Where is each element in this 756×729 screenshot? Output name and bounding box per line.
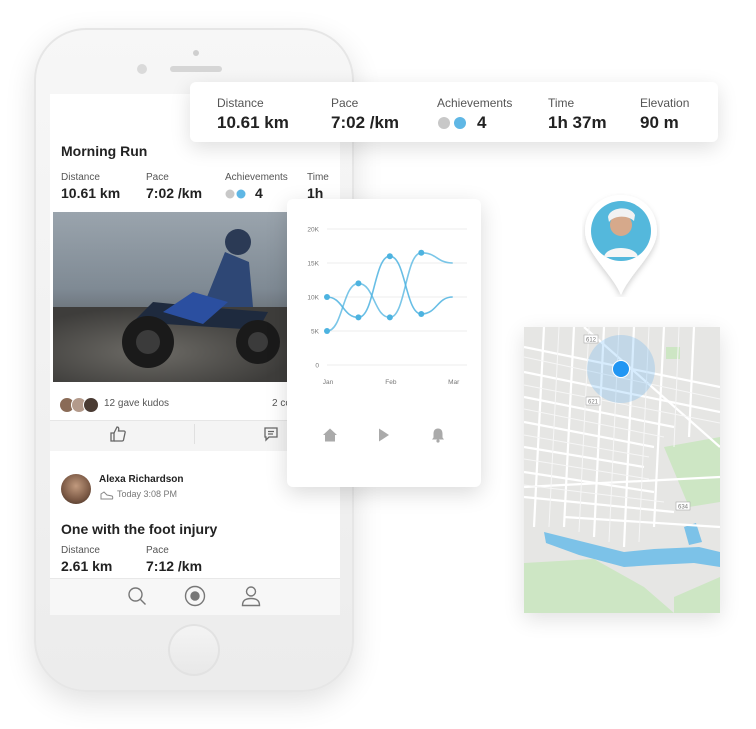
data-point[interactable] (324, 294, 330, 300)
action-divider (194, 424, 195, 444)
shoe-icon (100, 488, 114, 500)
data-point[interactable] (355, 280, 362, 287)
profile-icon[interactable] (241, 585, 261, 607)
activity-time-label: Time (307, 172, 329, 183)
y-tick-label: 0 (315, 363, 319, 370)
data-point[interactable] (418, 249, 425, 256)
activity-achievements-value: 4 (255, 185, 263, 201)
post-title[interactable]: One with the foot injury (61, 521, 217, 537)
activity-pace-value: 7:02 /km (146, 185, 203, 201)
y-tick-label: 5K (311, 329, 320, 336)
post-distance-label: Distance (61, 545, 100, 556)
search-icon[interactable] (127, 586, 147, 606)
data-point[interactable] (386, 314, 393, 321)
post-distance-value: 2.61 km (61, 558, 113, 574)
stats-pace-label: Pace (331, 96, 359, 110)
data-point[interactable] (418, 311, 425, 317)
activity-distance-label: Distance (61, 172, 100, 183)
activity-distance-value: 10.61 km (61, 185, 121, 201)
phone-home-button[interactable] (168, 624, 220, 676)
stats-pace-value: 7:02 /km (331, 113, 400, 132)
athlete-location-pin[interactable] (582, 193, 660, 297)
comment-icon[interactable] (263, 426, 279, 442)
x-tick-label: Feb (385, 379, 397, 386)
line-chart: 20K 15K 10K 5K 0 Jan Feb Mar (307, 227, 467, 386)
activity-photo[interactable] (53, 212, 293, 382)
series-line (326, 255, 453, 319)
phone-sensor (193, 50, 199, 56)
play-icon[interactable] (377, 427, 391, 443)
route-map[interactable]: 612 621 634 (524, 327, 720, 613)
stats-elevation-label: Elevation (640, 96, 690, 110)
kudos-avatar[interactable] (83, 397, 99, 413)
road-label: 612 (586, 338, 597, 344)
phone-camera (137, 64, 147, 74)
x-tick-label: Mar (448, 379, 460, 386)
record-icon[interactable] (184, 585, 206, 607)
thumbs-up-icon[interactable] (109, 425, 127, 443)
stats-time-label: Time (548, 96, 575, 110)
post-author-avatar[interactable] (61, 474, 91, 504)
data-point[interactable] (355, 314, 362, 321)
y-tick-label: 20K (307, 227, 319, 234)
activity-pace-label: Pace (146, 172, 169, 183)
activity-action-bar (50, 420, 295, 451)
bell-icon[interactable] (430, 427, 446, 443)
stats-distance-value: 10.61 km (217, 113, 289, 132)
activity-stats-card (190, 82, 718, 142)
stats-distance-label: Distance (217, 96, 264, 110)
x-tick-label: Jan (323, 379, 334, 386)
chart-card: 20K 15K 10K 5K 0 Jan Feb Mar (287, 199, 481, 487)
y-tick-label: 15K (307, 261, 319, 268)
stats-elevation-value: 90 m (640, 113, 679, 132)
post-pace-value: 7:12 /km (146, 558, 203, 574)
map-tiles: 612 621 634 (524, 327, 720, 613)
road-label: 621 (588, 400, 599, 406)
phone-speaker (170, 66, 222, 72)
data-point[interactable] (386, 253, 393, 260)
stats-achievements-label: Achievements (437, 96, 513, 110)
stats-time-value: 1h 37m (548, 113, 607, 132)
post-author-name[interactable]: Alexa Richardson (99, 474, 183, 485)
kudos-count[interactable]: 12 gave kudos (104, 398, 169, 409)
post-timestamp: Today 3:08 PM (117, 489, 178, 499)
activity-achievements-label: Achievements (225, 172, 288, 183)
data-point[interactable] (324, 328, 330, 334)
atv-rider-illustration (122, 229, 280, 368)
activity-title: Morning Run (61, 143, 148, 159)
y-tick-label: 10K (307, 295, 319, 302)
stats-achievements-value: 4 (477, 113, 487, 132)
achievement-medals-icon (225, 186, 247, 200)
home-icon[interactable] (322, 427, 338, 443)
post-pace-label: Pace (146, 545, 169, 556)
achievement-medals-icon (437, 114, 469, 130)
road-label: 634 (678, 505, 689, 511)
